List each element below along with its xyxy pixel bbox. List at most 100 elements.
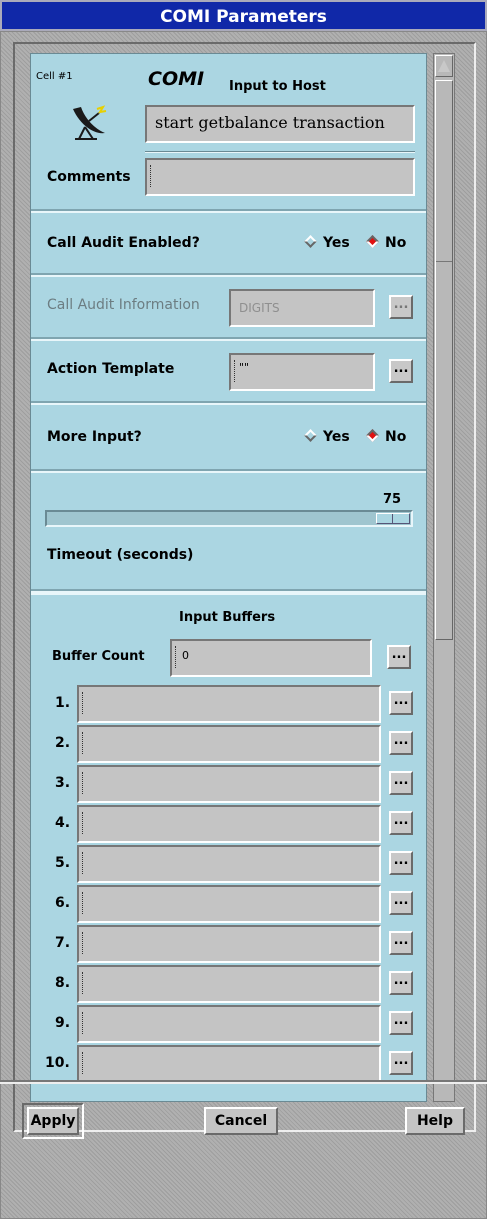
buffer-browse-button[interactable]: ... — [389, 931, 413, 955]
buffer-input-field[interactable] — [77, 1005, 381, 1043]
action-template-browse-button[interactable]: ... — [389, 359, 413, 383]
buffer-row-3: 3. ... — [31, 765, 426, 805]
action-template-value: "" — [239, 361, 250, 374]
scroll-up-arrow-icon[interactable] — [435, 55, 453, 77]
buffer-input-field[interactable] — [77, 925, 381, 963]
call-audit-label: Call Audit Enabled? — [47, 235, 200, 251]
timeout-slider-thumb[interactable] — [376, 513, 410, 524]
cancel-button[interactable]: Cancel — [204, 1107, 278, 1135]
buffer-row-label: 8. — [55, 975, 71, 991]
help-button[interactable]: Help — [405, 1107, 465, 1135]
call-audit-info-browse-button: ... — [389, 295, 413, 319]
buffer-row-label: 9. — [55, 1015, 71, 1031]
text-caret — [82, 932, 85, 954]
timeout-divider — [31, 589, 426, 593]
call-audit-info-section: Call Audit Information DIGITS ... — [31, 275, 426, 341]
buffer-input-field[interactable] — [77, 765, 381, 803]
buffer-browse-button[interactable]: ... — [389, 811, 413, 835]
buffer-row-2: 2. ... — [31, 725, 426, 765]
buffer-row-9: 9. ... — [31, 1005, 426, 1045]
buffer-input-field[interactable] — [77, 805, 381, 843]
timeout-label: Timeout (seconds) — [47, 547, 194, 563]
call-audit-yes-label: Yes — [323, 235, 350, 251]
buffer-input-field[interactable] — [77, 845, 381, 883]
buffer-row-label: 7. — [55, 935, 71, 951]
more-input-label: More Input? — [47, 429, 142, 445]
text-caret — [82, 972, 85, 994]
buffer-row-6: 6. ... — [31, 885, 426, 925]
more-input-yes-radio[interactable]: Yes — [304, 429, 350, 445]
buffer-row-label: 4. — [55, 815, 71, 831]
call-audit-yes-radio[interactable]: Yes — [304, 235, 350, 251]
buffer-row-10: 10. ... — [31, 1045, 426, 1085]
buffer-count-label: Buffer Count — [52, 649, 145, 664]
more-input-no-radio[interactable]: No — [366, 429, 407, 445]
buffer-row-8: 8. ... — [31, 965, 426, 1005]
buffer-browse-button[interactable]: ... — [389, 891, 413, 915]
buffer-row-label: 2. — [55, 735, 71, 751]
more-input-no-label: No — [385, 429, 407, 445]
text-caret — [82, 1052, 85, 1074]
window-title-bar[interactable]: COMI Parameters — [0, 0, 487, 31]
buffer-input-field[interactable] — [77, 885, 381, 923]
call-audit-info-value: DIGITS — [239, 301, 280, 315]
buffer-count-value: 0 — [182, 649, 189, 662]
radio-selected-icon — [366, 235, 379, 248]
radio-unselected-icon — [304, 429, 317, 442]
input-to-host-field[interactable]: start getbalance transaction — [145, 105, 415, 143]
satellite-dish-icon — [67, 105, 111, 143]
buffer-row-label: 1. — [55, 695, 71, 711]
window-title: COMI Parameters — [160, 7, 327, 27]
text-caret — [82, 772, 85, 794]
buffer-input-field[interactable] — [77, 1045, 381, 1083]
buffer-count-browse-button[interactable]: ... — [387, 645, 411, 669]
buffer-row-label: 3. — [55, 775, 71, 791]
text-caret — [175, 646, 178, 668]
vertical-scrollbar[interactable] — [433, 53, 455, 1102]
call-audit-no-radio[interactable]: No — [366, 235, 407, 251]
action-template-section: Action Template "" ... — [31, 339, 426, 405]
radio-selected-icon — [366, 429, 379, 442]
text-caret — [150, 165, 153, 187]
buffer-input-field[interactable] — [77, 725, 381, 763]
comments-label: Comments — [47, 169, 131, 185]
comments-field[interactable] — [145, 158, 415, 196]
button-bar-divider — [0, 1080, 487, 1084]
action-template-field[interactable]: "" — [229, 353, 375, 391]
call-audit-no-label: No — [385, 235, 407, 251]
buffer-row-label: 5. — [55, 855, 71, 871]
text-caret — [82, 732, 85, 754]
buffer-input-field[interactable] — [77, 685, 381, 723]
timeout-section — [31, 471, 426, 595]
input-to-host-value: start getbalance transaction — [155, 113, 385, 132]
buffer-input-field[interactable] — [77, 965, 381, 1003]
more-input-section: More Input? Yes No — [31, 403, 426, 473]
buffer-row-5: 5. ... — [31, 845, 426, 885]
buffer-browse-button[interactable]: ... — [389, 731, 413, 755]
buffer-browse-button[interactable]: ... — [389, 971, 413, 995]
cell-label: Cell #1 — [36, 71, 73, 82]
buffer-row-4: 4. ... — [31, 805, 426, 845]
input-buffers-title: Input Buffers — [179, 610, 276, 625]
text-caret — [82, 812, 85, 834]
action-template-label: Action Template — [47, 361, 175, 377]
buffer-row-7: 7. ... — [31, 925, 426, 965]
app-name: COMI — [148, 68, 205, 90]
parameters-panel: Cell #1 COMI Input to Host start getbala… — [30, 53, 427, 1102]
scrollbar-thumb[interactable] — [435, 80, 453, 640]
input-to-host-label: Input to Host — [229, 79, 326, 94]
buffer-browse-button[interactable]: ... — [389, 1011, 413, 1035]
buffer-browse-button[interactable]: ... — [389, 691, 413, 715]
timeout-slider[interactable] — [45, 510, 413, 527]
text-caret — [234, 360, 237, 382]
buffer-browse-button[interactable]: ... — [389, 771, 413, 795]
apply-button[interactable]: Apply — [27, 1107, 79, 1135]
buffer-row-1: 1. ... — [31, 685, 426, 725]
more-input-yes-label: Yes — [323, 429, 350, 445]
buffer-browse-button[interactable]: ... — [389, 851, 413, 875]
text-caret — [82, 692, 85, 714]
buffer-count-field[interactable]: 0 — [170, 639, 372, 677]
buffer-browse-button[interactable]: ... — [389, 1051, 413, 1075]
header-divider — [145, 151, 415, 153]
call-audit-info-label: Call Audit Information — [47, 297, 200, 313]
